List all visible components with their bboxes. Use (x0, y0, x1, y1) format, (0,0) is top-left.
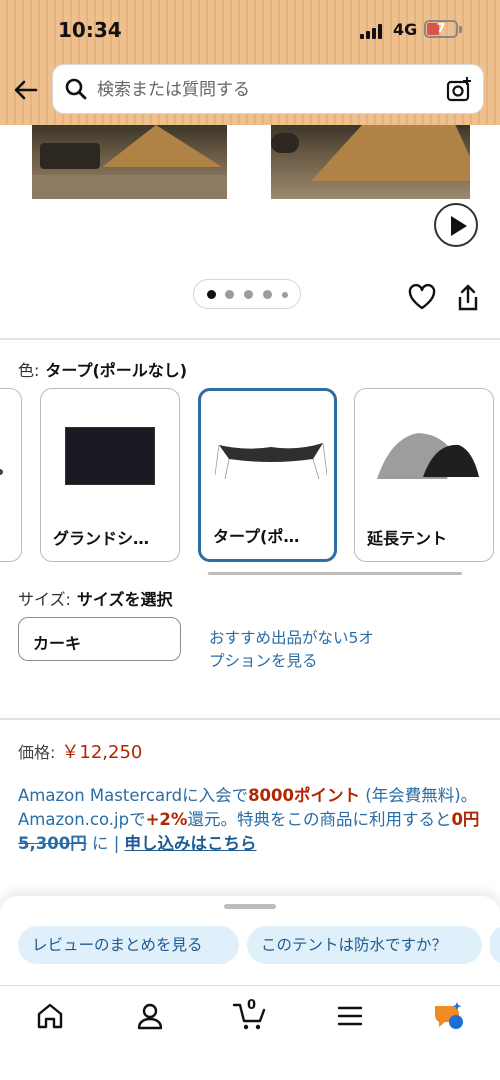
divider (0, 718, 500, 720)
share-icon[interactable] (455, 284, 481, 312)
network-label: 4G (393, 20, 418, 39)
size-dropdown[interactable]: カーキ (18, 617, 181, 661)
rufus-assistant-icon[interactable] (432, 1000, 464, 1032)
color-label: 色: タープ(ポールなし) (18, 357, 187, 381)
size-selected-value: サイズを選択 (76, 590, 173, 609)
status-time: 10:34 (58, 18, 122, 42)
pager-dot[interactable] (263, 290, 272, 299)
sheet-handle[interactable] (224, 904, 276, 909)
apply-link[interactable]: 申し込みはこちら (125, 834, 257, 853)
back-arrow-icon[interactable] (12, 76, 40, 104)
color-option-label: 延長テント (367, 529, 448, 548)
search-bar[interactable] (52, 64, 484, 114)
suggestion-chip-partial[interactable] (490, 926, 500, 964)
play-video-button[interactable] (434, 203, 478, 247)
suggestion-chip[interactable]: レビューのまとめを見る (18, 926, 239, 964)
signal-icon (360, 23, 384, 39)
bottom-nav: 0 (0, 985, 500, 1080)
pager-dot[interactable] (244, 290, 253, 299)
color-option-partial[interactable] (0, 388, 22, 562)
price-label: 価格: (18, 743, 56, 762)
promo-points: 8000ポイント (248, 786, 361, 805)
color-option-label: グランドシ… (53, 529, 150, 548)
color-selected-value: タープ(ポールなし) (45, 361, 188, 380)
header-bar: 10:34 4G 7 (0, 0, 500, 125)
variant-scrollbar[interactable] (208, 572, 462, 575)
price-row: 価格: ￥12,250 (18, 738, 142, 764)
color-option-ground-sheet[interactable]: グランドシ… (40, 388, 180, 562)
heart-icon[interactable] (408, 284, 436, 310)
size-label-text: サイズ: (18, 590, 71, 609)
camera-search-icon[interactable] (445, 76, 473, 104)
other-offers-link[interactable]: おすすめ出品がない5オプションを見る (209, 627, 381, 673)
search-input[interactable] (97, 75, 437, 105)
cart-button[interactable]: 0 (232, 998, 268, 1032)
status-bar: 10:34 4G 7 (0, 0, 500, 60)
battery-icon: 7 (424, 20, 462, 38)
pager-dot[interactable] (225, 290, 234, 299)
promo-price: 0円 (451, 810, 480, 829)
card-promotion[interactable]: Amazon Mastercardに入会で8000ポイント (年会費無料)。 A… (18, 784, 480, 856)
battery-level: 7 (436, 21, 446, 35)
home-icon[interactable] (34, 1000, 66, 1032)
image-pager[interactable] (193, 279, 301, 309)
price-amount: ￥12,250 (61, 742, 143, 763)
cart-count: 0 (247, 998, 257, 1013)
size-dropdown-value: カーキ (33, 634, 82, 653)
promo-rate: +2% (145, 810, 188, 829)
search-icon (65, 78, 87, 100)
promo-original-price: 5,300円 (18, 834, 87, 853)
divider (0, 338, 500, 340)
color-option-label: タープ(ポ… (213, 527, 300, 546)
promo-text: に | (86, 834, 125, 853)
tarp-thumbnail (215, 442, 327, 480)
color-option-tarp[interactable]: タープ(ポ… (198, 388, 337, 562)
product-image-1[interactable] (32, 125, 227, 199)
product-image-2[interactable] (271, 125, 470, 199)
color-option-extension-tent[interactable]: 延長テント (354, 388, 494, 562)
pager-dot[interactable] (207, 290, 216, 299)
suggestion-chip[interactable]: このテントは防水ですか？ (247, 926, 482, 964)
size-label: サイズ: サイズを選択 (18, 586, 172, 610)
promo-text: Amazon Mastercardに入会で (18, 786, 249, 805)
ground-sheet-thumbnail (65, 427, 155, 485)
pager-dot[interactable] (282, 292, 288, 298)
extension-tent-thumbnail (377, 433, 479, 479)
account-icon[interactable] (134, 1000, 166, 1032)
promo-text: 還元。特典をこの商品に利用すると (187, 810, 452, 829)
color-label-text: 色: (18, 361, 40, 380)
menu-icon[interactable] (334, 1000, 366, 1032)
